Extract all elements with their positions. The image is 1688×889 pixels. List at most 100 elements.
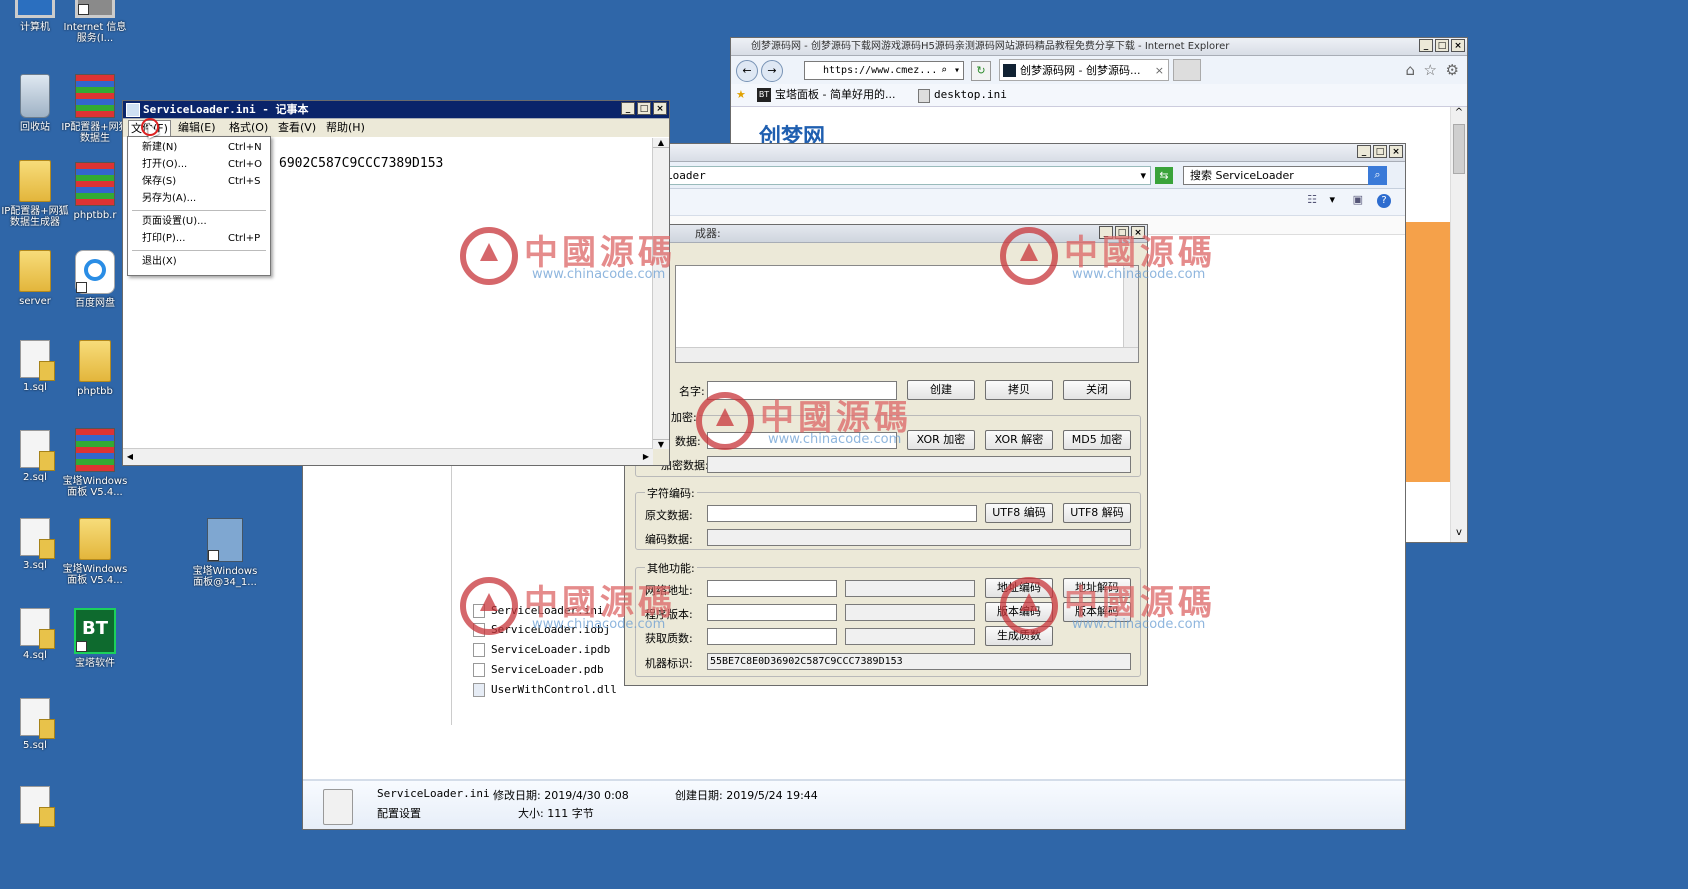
maximize-button[interactable]: □ — [1115, 226, 1129, 239]
xor-decrypt-button[interactable]: XOR 解密 — [985, 430, 1053, 450]
create-button[interactable]: 创建 — [907, 380, 975, 400]
desktop-icon-5-sql[interactable]: 5.sql — [0, 698, 70, 751]
maximize-button[interactable]: □ — [637, 102, 651, 115]
notepad-vscrollbar[interactable]: ▲ ▼ — [652, 138, 669, 449]
file-menu-open[interactable]: 打开(O)... Ctrl+O — [142, 157, 266, 173]
desktop-icon-baota-software[interactable]: BT 宝塔软件 — [60, 608, 130, 669]
help-icon[interactable]: ? — [1377, 194, 1391, 208]
chevron-down-icon[interactable]: ▾ — [1329, 193, 1335, 206]
desktop-icon-baidu-netdisk[interactable]: 百度网盘 — [60, 250, 130, 309]
output-scrollbar[interactable] — [1123, 266, 1138, 348]
file-menu-save[interactable]: 保存(S) Ctrl+S — [142, 174, 266, 190]
file-menu-exit[interactable]: 退出(X) — [142, 254, 266, 270]
desktop-icon-baota-folder[interactable]: 宝塔Windows面板 V5.4... — [60, 518, 130, 586]
home-icon[interactable]: ⌂ — [1405, 61, 1415, 79]
file-row-dll[interactable]: UserWithControl.dll — [473, 683, 617, 701]
address-input[interactable] — [707, 580, 837, 597]
notepad-titlebar[interactable]: ServiceLoader.ini - 记事本 _ □ × — [123, 101, 669, 119]
dropdown-icon[interactable]: ▾ — [954, 62, 960, 79]
tool-output-area[interactable] — [675, 265, 1139, 363]
preview-pane-icon[interactable]: ▣ — [1353, 193, 1363, 206]
encoded-data-field[interactable] — [707, 529, 1131, 546]
favorites-icon[interactable]: ★ — [736, 84, 746, 106]
file-menu-print[interactable]: 打印(P)... Ctrl+P — [142, 231, 266, 247]
scroll-left-icon[interactable]: ◀ — [123, 449, 137, 464]
favorites-star-icon[interactable]: ☆ — [1424, 61, 1437, 79]
utf8-encode-button[interactable]: UTF8 编码 — [985, 503, 1053, 523]
menu-help[interactable]: 帮助(H) — [326, 119, 365, 137]
menu-edit[interactable]: 编辑(E) — [178, 119, 216, 137]
md5-encrypt-button[interactable]: MD5 加密 — [1063, 430, 1131, 450]
prime-input[interactable] — [707, 628, 837, 645]
scroll-up-icon[interactable]: ▲ — [653, 138, 669, 148]
file-menu-page-setup[interactable]: 页面设置(U)... — [142, 214, 266, 230]
refresh-icon[interactable]: ⇆ — [1155, 167, 1173, 184]
close-button[interactable]: × — [1451, 39, 1465, 52]
scroll-thumb[interactable] — [1453, 124, 1465, 174]
encrypted-data-field[interactable] — [707, 456, 1131, 473]
prime-output[interactable] — [845, 628, 975, 645]
minimize-button[interactable]: _ — [1419, 39, 1433, 52]
xor-encrypt-button[interactable]: XOR 加密 — [907, 430, 975, 450]
close-tab-icon[interactable]: × — [1155, 60, 1164, 80]
desktop-icon-phptbb[interactable]: phptbb — [60, 340, 130, 397]
scroll-down-icon[interactable]: v — [1451, 527, 1467, 538]
copy-button[interactable]: 拷贝 — [985, 380, 1053, 400]
menu-format[interactable]: 格式(O) — [229, 119, 268, 137]
search-icon[interactable]: ⌕ — [1368, 166, 1387, 185]
file-menu-new[interactable]: 新建(N) Ctrl+N — [142, 140, 266, 156]
scroll-up-icon[interactable]: ^ — [1451, 107, 1467, 118]
version-decode-button[interactable]: 版本解码 — [1063, 602, 1131, 622]
close-button[interactable]: × — [653, 102, 667, 115]
desktop-icon-ip-config-rar[interactable]: IP配置器+网狐数据生 — [60, 74, 130, 144]
version-output[interactable] — [845, 604, 975, 621]
address-decode-button[interactable]: 地址解码 — [1063, 578, 1131, 598]
notepad-hscrollbar[interactable]: ◀ ▶ — [123, 448, 653, 465]
explorer-search-input[interactable]: 搜索 ServiceLoader ⌕ — [1183, 166, 1387, 185]
version-encode-button[interactable]: 版本编码 — [985, 602, 1053, 622]
new-tab-button[interactable] — [1173, 59, 1201, 81]
view-options-icon[interactable]: ☷ — [1307, 193, 1317, 206]
machine-id-field[interactable]: 55BE7C8E0D36902C587C9CCC7389D153 — [707, 653, 1131, 670]
file-menu-save-as[interactable]: 另存为(A)... — [142, 191, 266, 207]
generate-prime-button[interactable]: 生成质数 — [985, 626, 1053, 646]
scroll-right-icon[interactable]: ▶ — [639, 449, 653, 464]
search-icon[interactable]: ⌕ — [941, 62, 947, 79]
encrypt-data-input[interactable] — [707, 432, 897, 449]
file-row-ini[interactable]: ServiceLoader.ini — [473, 604, 633, 618]
version-input[interactable] — [707, 604, 837, 621]
refresh-icon[interactable]: ↻ — [971, 61, 991, 81]
chevron-down-icon[interactable]: ▾ — [1140, 167, 1146, 184]
resize-grip-icon[interactable] — [653, 449, 669, 465]
menu-view[interactable]: 查看(V) — [278, 119, 316, 137]
ie-tab[interactable]: 创梦源码网 - 创梦源码... × — [999, 59, 1169, 81]
tool-titlebar[interactable]: 成器: _ □ × — [625, 225, 1147, 243]
favorite-link-desktop-ini[interactable]: desktop.ini — [934, 84, 1007, 106]
desktop-icon-baota-setup[interactable]: 宝塔Windows面板@34_1... — [190, 518, 260, 588]
favorite-link-baota[interactable]: 宝塔面板 - 简单好用的... — [775, 84, 895, 106]
file-row-ipdb[interactable]: ServiceLoader.ipdb — [473, 643, 610, 661]
forward-button[interactable]: → — [761, 60, 783, 82]
address-output[interactable] — [845, 580, 975, 597]
output-hscrollbar[interactable] — [676, 347, 1138, 362]
maximize-button[interactable]: □ — [1373, 145, 1387, 158]
raw-data-input[interactable] — [707, 505, 977, 522]
utf8-decode-button[interactable]: UTF8 解码 — [1063, 503, 1131, 523]
close-tool-button[interactable]: 关闭 — [1063, 380, 1131, 400]
scroll-down-icon[interactable]: ▼ — [653, 439, 669, 449]
file-row-iobj[interactable]: ServiceLoader.iobj — [473, 623, 610, 641]
address-encode-button[interactable]: 地址编码 — [985, 578, 1053, 598]
desktop-icon-partial[interactable] — [0, 786, 70, 828]
minimize-button[interactable]: _ — [1357, 145, 1371, 158]
ie-titlebar[interactable]: 创梦源码网 - 创梦源码下载网游戏源码H5源码亲测源码网站源码精品教程免费分享下… — [731, 38, 1467, 56]
minimize-button[interactable]: _ — [621, 102, 635, 115]
maximize-button[interactable]: □ — [1435, 39, 1449, 52]
close-button[interactable]: × — [1389, 145, 1403, 158]
desktop-icon-phptbb-rar[interactable]: phptbb.r — [60, 162, 130, 221]
minimize-button[interactable]: _ — [1099, 226, 1113, 239]
desktop-icon-iis[interactable]: Internet 信息服务(I... — [60, 0, 130, 44]
back-button[interactable]: ← — [736, 60, 758, 82]
ie-scrollbar[interactable]: ^ v — [1450, 107, 1467, 542]
gear-icon[interactable]: ⚙ — [1446, 61, 1459, 79]
address-bar[interactable]: https://www.cmez... ⌕ ▾ — [804, 61, 964, 80]
